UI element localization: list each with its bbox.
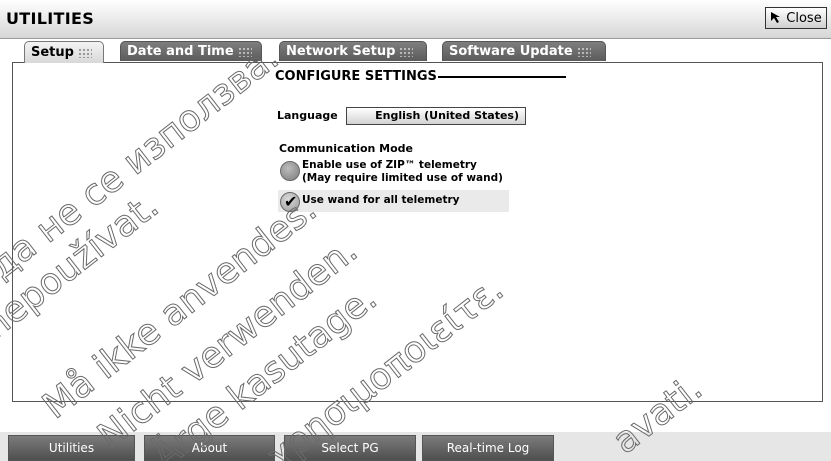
heading-rule [438,76,566,78]
tab-label: Setup [31,45,74,60]
zip-telemetry-option[interactable]: Enable use of ZIP™ telemetry (May requir… [278,157,513,187]
tab-label: Date and Time [127,44,234,59]
tab-label: Network Setup [286,44,396,59]
tab-network-setup[interactable]: Network Setup [279,41,427,61]
about-button[interactable]: About [144,435,275,461]
tab-date-and-time[interactable]: Date and Time [120,41,262,61]
option-text: Use wand for all telemetry [302,194,460,206]
utilities-button[interactable]: Utilities [8,435,135,461]
language-select[interactable]: English (United States) [346,107,526,125]
option-text: Enable use of ZIP™ telemetry (May requir… [302,159,503,185]
setup-panel: CONFIGURE SETTINGS Language English (Uni… [12,62,823,402]
section-heading: CONFIGURE SETTINGS [275,69,437,84]
close-label: Close [786,10,822,26]
radio-button[interactable]: ✔ [280,192,300,212]
tab-label: Software Update [449,44,573,59]
grip-icon [399,46,414,57]
radio-button[interactable] [280,161,300,181]
wand-telemetry-option[interactable]: ✔ Use wand for all telemetry [278,190,509,212]
communication-mode-label: Communication Mode [279,142,414,155]
tab-setup[interactable]: Setup [24,41,104,63]
checkmark-icon: ✔ [284,192,298,211]
real-time-log-button[interactable]: Real-time Log [422,435,554,461]
tab-software-update[interactable]: Software Update [442,41,606,61]
option-line: (May require limited use of wand) [302,172,503,184]
grip-icon [237,46,252,57]
arrow-pointer-icon [771,12,781,23]
grip-icon [77,47,92,58]
grip-icon [576,46,591,57]
title-bar: UTILITIES Close [0,0,831,39]
language-label: Language [277,109,338,122]
window-title: UTILITIES [6,9,95,28]
close-button[interactable]: Close [765,7,827,29]
option-line: Enable use of ZIP™ telemetry [302,159,477,171]
select-pg-button[interactable]: Select PG [284,435,416,461]
